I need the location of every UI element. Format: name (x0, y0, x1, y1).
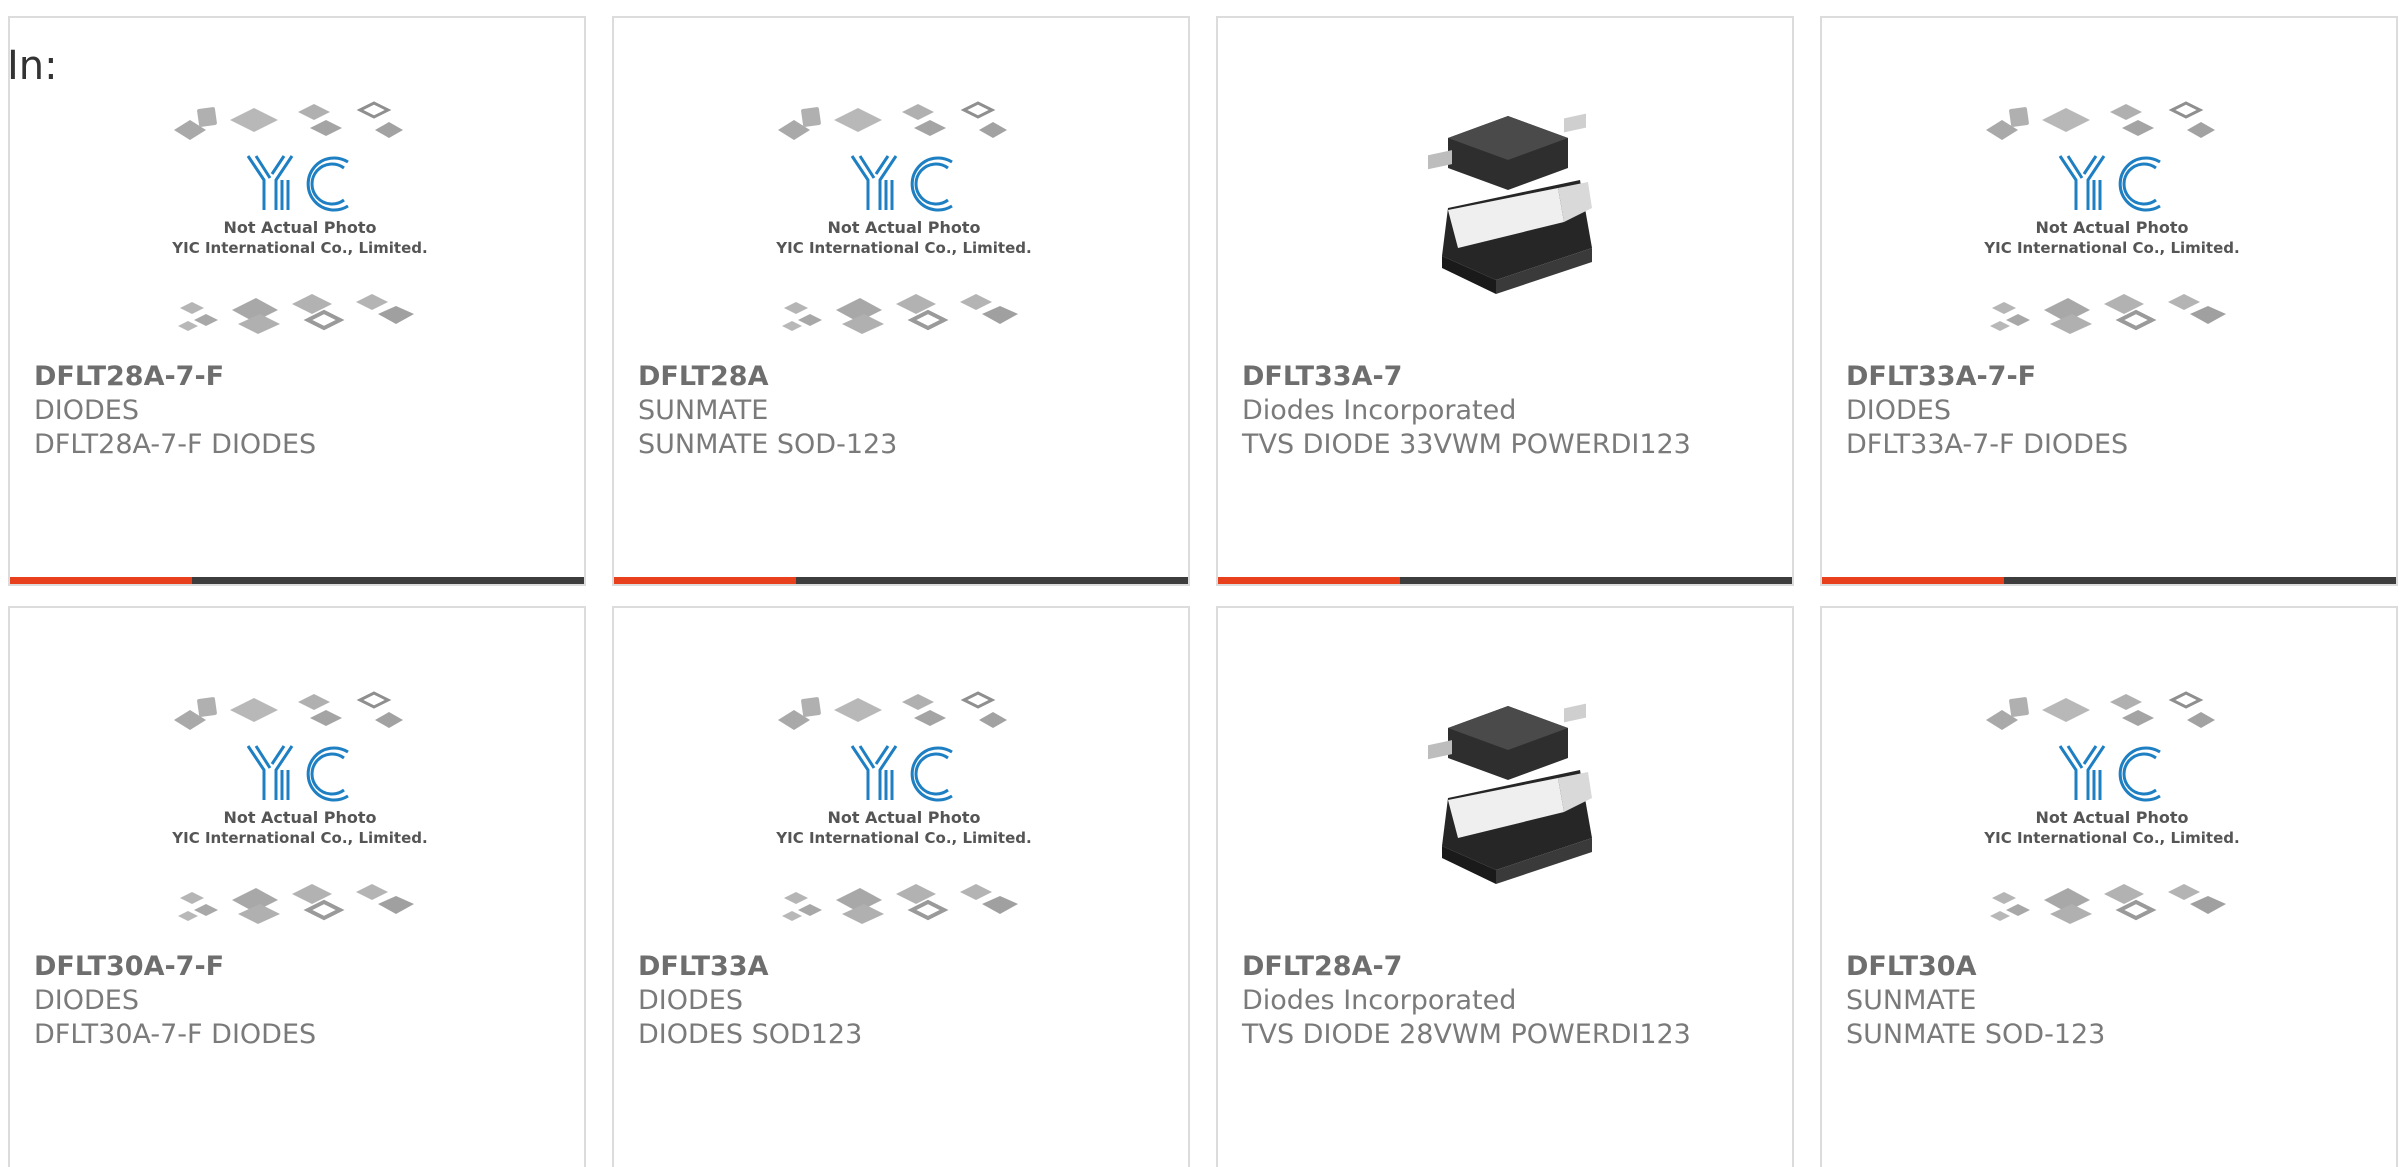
part-number-link[interactable]: DFLT33A-7-F (1846, 360, 2384, 394)
product-info: DFLT30A SUNMATE SUNMATE SOD-123 (1846, 950, 2384, 1052)
product-info: DFLT30A-7-F DIODES DFLT30A-7-F DIODES (34, 950, 572, 1052)
placeholder-company: YIC International Co., Limited. (1983, 239, 2239, 257)
product-image-placeholder[interactable]: Not Actual Photo YIC International Co., … (160, 98, 440, 348)
placeholder-company: YIC International Co., Limited. (1983, 829, 2239, 847)
description: DIODES SOD123 (638, 1019, 863, 1050)
card-bottom-bar (1218, 577, 1792, 584)
product-image-placeholder[interactable]: Not Actual Photo YIC International Co., … (1972, 98, 2252, 348)
manufacturer: SUNMATE (1846, 985, 1977, 1016)
placeholder-title: Not Actual Photo (223, 808, 376, 827)
description: TVS DIODE 28VWM POWERDI123 (1242, 1019, 1691, 1050)
manufacturer: SUNMATE (638, 395, 769, 426)
product-image-placeholder[interactable]: Not Actual Photo YIC International Co., … (1972, 688, 2252, 938)
description: SUNMATE SOD-123 (638, 429, 898, 460)
placeholder-title: Not Actual Photo (223, 218, 376, 237)
product-card[interactable]: Not Actual Photo YIC International Co., … (1820, 606, 2398, 1167)
product-info: DFLT33A-7-F DIODES DFLT33A-7-F DIODES (1846, 360, 2384, 462)
placeholder-title: Not Actual Photo (827, 808, 980, 827)
bar-accent (614, 577, 796, 584)
product-image-placeholder[interactable]: Not Actual Photo YIC International Co., … (764, 688, 1044, 938)
product-image[interactable] (1368, 98, 1648, 348)
bar-dark (1400, 577, 1792, 584)
card-bottom-bar (10, 577, 584, 584)
placeholder-company: YIC International Co., Limited. (775, 829, 1031, 847)
description: TVS DIODE 33VWM POWERDI123 (1242, 429, 1691, 460)
card-bottom-bar (614, 577, 1188, 584)
bar-dark (796, 577, 1188, 584)
bar-dark (192, 577, 584, 584)
product-info: DFLT28A-7 Diodes Incorporated TVS DIODE 28… (1242, 950, 1780, 1052)
placeholder-title: Not Actual Photo (827, 218, 980, 237)
placeholder-title: Not Actual Photo (2035, 218, 2188, 237)
part-number-link[interactable]: DFLT30A-7-F (34, 950, 572, 984)
bar-accent (1822, 577, 2004, 584)
placeholder-company: YIC International Co., Limited. (171, 829, 427, 847)
part-number-link[interactable]: DFLT33A-7 (1242, 360, 1780, 394)
product-card[interactable]: DFLT28A-7 Diodes Incorporated TVS DIODE 28… (1216, 606, 1794, 1167)
product-image-placeholder[interactable]: Not Actual Photo YIC International Co., … (764, 98, 1044, 348)
manufacturer: Diodes Incorporated (1242, 395, 1517, 426)
manufacturer: DIODES (1846, 395, 1951, 426)
part-number-link[interactable]: DFLT33A (638, 950, 1176, 984)
manufacturer: DIODES (34, 985, 139, 1016)
bar-dark (2004, 577, 2396, 584)
placeholder-company: YIC International Co., Limited. (171, 239, 427, 257)
part-number-link[interactable]: DFLT28A-7-F (34, 360, 572, 394)
part-number-link[interactable]: DFLT30A (1846, 950, 2384, 984)
page: In: Not Actual Photo YIC International C… (0, 0, 2400, 1167)
manufacturer: DIODES (34, 395, 139, 426)
manufacturer: Diodes Incorporated (1242, 985, 1517, 1016)
card-bottom-bar (1822, 577, 2396, 584)
placeholder-company: YIC International Co., Limited. (775, 239, 1031, 257)
manufacturer: DIODES (638, 985, 743, 1016)
product-card[interactable]: Not Actual Photo YIC International Co., … (8, 606, 586, 1167)
product-grid: Not Actual Photo YIC International Co., … (0, 0, 2400, 1167)
product-image-placeholder[interactable]: Not Actual Photo YIC International Co., … (160, 688, 440, 938)
product-card[interactable]: Not Actual Photo YIC International Co., … (1820, 16, 2398, 586)
product-card[interactable]: Not Actual Photo YIC International Co., … (612, 606, 1190, 1167)
description: SUNMATE SOD-123 (1846, 1019, 2106, 1050)
bar-accent (10, 577, 192, 584)
placeholder-title: Not Actual Photo (2035, 808, 2188, 827)
product-image[interactable] (1368, 688, 1648, 938)
bar-accent (1218, 577, 1400, 584)
part-number-link[interactable]: DFLT28A-7 (1242, 950, 1780, 984)
filter-label: In: (7, 43, 58, 89)
product-info: DFLT33A-7 Diodes Incorporated TVS DIODE 33… (1242, 360, 1780, 462)
product-card[interactable]: Not Actual Photo YIC International Co., … (8, 16, 586, 586)
product-info: DFLT28A SUNMATE SUNMATE SOD-123 (638, 360, 1176, 462)
product-info: DFLT33A DIODES DIODES SOD123 (638, 950, 1176, 1052)
product-card[interactable]: DFLT33A-7 Diodes Incorporated TVS DIODE 33… (1216, 16, 1794, 586)
description: DFLT33A-7-F DIODES (1846, 429, 2129, 460)
product-info: DFLT28A-7-F DIODES DFLT28A-7-F DIODES (34, 360, 572, 462)
part-number-link[interactable]: DFLT28A (638, 360, 1176, 394)
description: DFLT30A-7-F DIODES (34, 1019, 317, 1050)
description: DFLT28A-7-F DIODES (34, 429, 317, 460)
product-card[interactable]: Not Actual Photo YIC International Co., … (612, 16, 1190, 586)
